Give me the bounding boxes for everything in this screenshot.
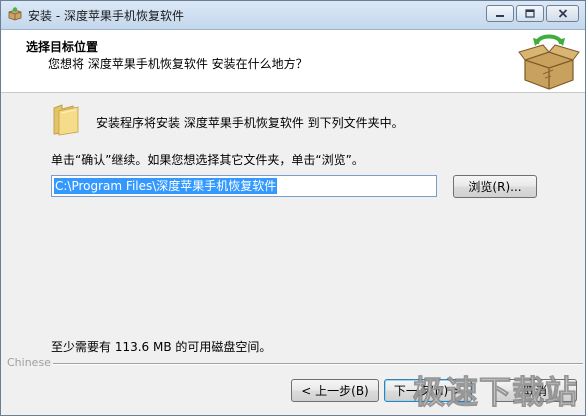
browse-button[interactable]: 浏览(R)... xyxy=(453,175,537,198)
install-intro-text: 安装程序将安装 深度苹果手机恢复软件 到下列文件夹中。 xyxy=(96,116,404,130)
language-label: Chinese xyxy=(7,356,54,369)
installer-window: 安装 - 深度苹果手机恢复软件 选择目标位置 您想将 深度苹果手机恢复软件 安装… xyxy=(0,0,586,416)
page-subtitle: 您想将 深度苹果手机恢复软件 安装在什么地方？ xyxy=(48,57,308,71)
footer-divider xyxy=(53,363,583,365)
close-button[interactable] xyxy=(546,5,579,22)
title-bar[interactable]: 安装 - 深度苹果手机恢复软件 xyxy=(1,1,585,30)
minimize-icon xyxy=(487,6,513,21)
window-title: 安装 - 深度苹果手机恢复软件 xyxy=(28,9,184,23)
watermark: 极速下载站 xyxy=(412,373,579,412)
close-icon xyxy=(547,6,578,21)
disk-space-text: 至少需要有 113.6 MB 的可用磁盘空间。 xyxy=(51,340,272,354)
maximize-icon xyxy=(517,6,543,21)
page-title: 选择目标位置 xyxy=(26,40,99,54)
open-box-icon xyxy=(518,34,580,90)
install-instruction-text: 单击“确认”继续。如果您想选择其它文件夹，单击“浏览”。 xyxy=(51,153,364,167)
page-header: 选择目标位置 您想将 深度苹果手机恢复软件 安装在什么地方？ xyxy=(1,30,585,93)
installer-box-icon xyxy=(8,7,22,21)
maximize-button[interactable] xyxy=(516,5,544,22)
minimize-button[interactable] xyxy=(486,5,514,22)
folder-icon xyxy=(53,104,79,136)
back-button[interactable]: < 上一步(B) xyxy=(291,379,379,402)
install-path-input[interactable]: C:\Program Files\深度苹果手机恢复软件 xyxy=(51,175,437,197)
install-path-value: C:\Program Files\深度苹果手机恢复软件 xyxy=(54,178,278,194)
